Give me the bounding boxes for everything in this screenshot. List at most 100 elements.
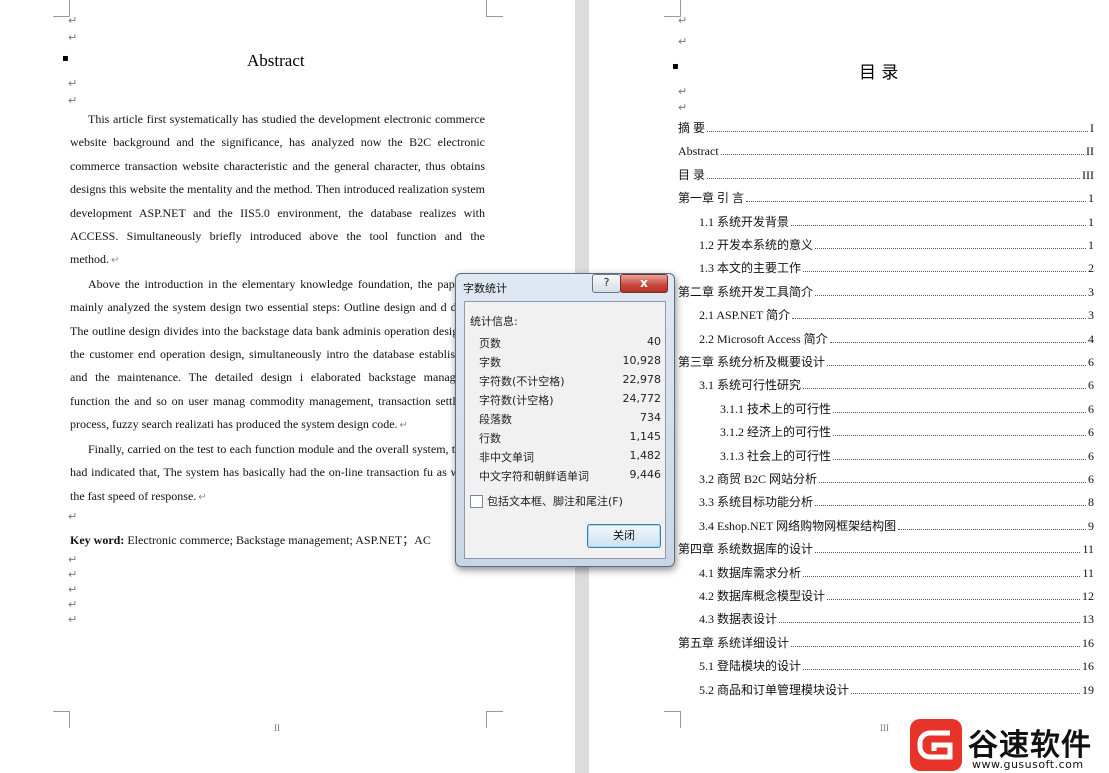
paragraph-mark: ↵ xyxy=(678,35,688,48)
stat-label: 字符数(不计空格) xyxy=(479,375,565,388)
include-textboxes-label[interactable]: 包括文本框、脚注和尾注(F) xyxy=(487,493,623,509)
toc-entry-page: 16 xyxy=(1082,635,1094,650)
toc-entry[interactable]: 2.2 Microsoft Access 简介 4 xyxy=(699,329,1094,347)
toc-leader-dots xyxy=(803,575,1081,577)
toc-entry[interactable]: 3.1.2 经济上的可行性 6 xyxy=(720,422,1094,440)
toc-entry-label: 3.1.2 经济上的可行性 xyxy=(720,425,832,440)
stat-label: 页数 xyxy=(479,337,501,350)
toc-entry[interactable]: 1.2 开发本系统的意义 1 xyxy=(699,235,1094,253)
toc-entry-label: 4.3 数据表设计 xyxy=(699,612,778,627)
toc-entry[interactable]: 2.1 ASP.NET 简介 3 xyxy=(699,305,1094,323)
toc-leader-dots xyxy=(898,528,1086,530)
toc-entry-page: 1 xyxy=(1088,238,1094,252)
close-icon: x xyxy=(640,276,648,290)
toc-leader-dots xyxy=(803,271,1086,273)
stat-row: 行数 1,145 xyxy=(479,430,661,448)
toc-leader-dots xyxy=(827,599,1080,600)
toc-leader-dots xyxy=(803,669,1080,671)
toc-leader-dots xyxy=(803,388,1086,390)
toc-entry-page: 3 xyxy=(1088,284,1094,299)
toc-entry-page: 6 xyxy=(1088,378,1094,393)
toc-leader-dots xyxy=(707,177,1080,179)
keywords-line: Key word: Electronic commerce; Backstage… xyxy=(70,529,490,552)
toc-leader-dots xyxy=(833,458,1086,460)
stat-label: 段落数 xyxy=(479,413,512,426)
stat-value: 9,446 xyxy=(629,468,662,481)
toc-leader-dots xyxy=(791,645,1080,647)
toc-entry-page: 13 xyxy=(1082,612,1094,627)
stat-value: 10,928 xyxy=(622,354,662,367)
toc-entry-label: 4.2 数据库概念模型设计 xyxy=(699,589,826,603)
toc-entry-page: 1 xyxy=(1088,191,1094,206)
toc-entry-page: 12 xyxy=(1082,589,1094,603)
toc-entry[interactable]: Abstract II xyxy=(678,141,1094,159)
paragraph-mark: ↵ xyxy=(68,510,78,523)
toc-entry[interactable]: 摘 要I xyxy=(678,118,1094,136)
bullet-mark: ▪ xyxy=(672,61,679,72)
toc-entry-label: Abstract xyxy=(678,144,719,159)
toc-entry-page: 2 xyxy=(1088,261,1094,276)
toc-leader-dots xyxy=(815,505,1086,507)
toc-entry-page: 3 xyxy=(1088,308,1094,323)
stat-value: 22,978 xyxy=(622,373,662,386)
toc-entry-label: 3.4 Eshop.NET 网络购物网框架结构图 xyxy=(699,518,897,533)
toc-entry-label: 3.1 系统可行性研究 xyxy=(699,378,802,393)
include-textboxes-checkbox[interactable] xyxy=(470,495,483,508)
dialog-close-button[interactable]: x xyxy=(620,274,668,293)
paragraph-mark: ↵ xyxy=(68,31,78,44)
toc-entry-label: 第二章 系统开发工具简介 xyxy=(678,284,814,299)
toc-entry[interactable]: 1.1 系统开发背景 1 xyxy=(699,212,1094,230)
toc-entry[interactable]: 4.3 数据表设计 13 xyxy=(699,609,1094,627)
toc-entry[interactable]: 第五章 系统详细设计 16 xyxy=(678,633,1094,651)
toc-entry[interactable]: 第二章 系统开发工具简介 3 xyxy=(678,282,1094,300)
toc-entry-label: 1.3 本文的主要工作 xyxy=(699,261,802,276)
toc-entry[interactable]: 第四章 系统数据库的设计 11 xyxy=(678,539,1094,557)
toc-leader-dots xyxy=(720,154,1084,156)
stat-row: 中文字符和朝鲜语单词 9,446 xyxy=(479,468,661,486)
toc-entry[interactable]: 3.1.3 社会上的可行性 6 xyxy=(720,446,1094,464)
toc-entry-page: I xyxy=(1090,121,1094,135)
abstract-body[interactable]: This article first systematically has st… xyxy=(70,108,485,518)
toc-entry[interactable]: 5.1 登陆模块的设计 16 xyxy=(699,656,1094,674)
toc-entry[interactable]: 1.3 本文的主要工作 2 xyxy=(699,258,1094,276)
crop-mark xyxy=(53,711,70,728)
toc-leader-dots xyxy=(815,552,1081,554)
toc-entry[interactable]: 4.1 数据库需求分析 11 xyxy=(699,563,1094,581)
toc-entry[interactable]: 第一章 引 言 1 xyxy=(678,188,1094,206)
logo-mark-icon xyxy=(910,719,962,771)
paragraph-mark: ↵ xyxy=(678,101,688,114)
toc-entry[interactable]: 3.1 系统可行性研究 6 xyxy=(699,375,1094,393)
toc-entry[interactable]: 3.2 商贸 B2C 网站分析 6 xyxy=(699,469,1094,487)
toc-entry-page: 6 xyxy=(1088,472,1094,486)
word-count-dialog: 字数统计 统计信息: 页数 40 字数 10,928 字符数(不计空格) 22,978 字符… xyxy=(455,273,675,567)
toc-leader-dots xyxy=(791,224,1086,226)
toc-entry[interactable]: 3.3 系统目标功能分析 8 xyxy=(699,492,1094,510)
toc-entry[interactable]: 3.1.1 技术上的可行性 6 xyxy=(720,399,1094,417)
stat-value: 734 xyxy=(640,411,661,424)
dialog-body: 统计信息: 页数 40 字数 10,928 字符数(不计空格) 22,978 字符数(计空格… xyxy=(464,301,666,559)
crop-mark xyxy=(664,711,681,728)
toc-entry-page: 16 xyxy=(1082,659,1094,674)
toc-entry-label: 1.1 系统开发背景 xyxy=(699,214,790,229)
toc-entry[interactable]: 3.4 Eshop.NET 网络购物网框架结构图 9 xyxy=(699,516,1094,534)
paragraph-mark: ↵ xyxy=(68,553,78,566)
abstract-paragraph-3: Finally, carried on the test to each fun… xyxy=(70,441,485,503)
close-button[interactable]: 关闭 xyxy=(587,524,661,548)
toc-entry[interactable]: 第三章 系统分析及概要设计 6 xyxy=(678,352,1094,370)
toc-entry-page: 6 xyxy=(1088,425,1094,440)
stat-label: 行数 xyxy=(479,432,501,445)
watermark-logo: 谷速软件 www.gususoft.com xyxy=(908,716,1109,773)
toc-leader-dots xyxy=(792,318,1086,320)
help-button[interactable]: ? xyxy=(592,274,621,293)
abstract-title: Abstract xyxy=(247,51,305,70)
dialog-title: 字数统计 xyxy=(463,282,507,295)
bullet-mark: ▪ xyxy=(62,53,69,64)
toc-entry[interactable]: 5.2 商品和订单管理模块设计 19 xyxy=(699,680,1094,698)
toc-entry[interactable]: 4.2 数据库概念模型设计 12 xyxy=(699,586,1094,604)
toc-entry-label: 2.1 ASP.NET 简介 xyxy=(699,308,791,323)
keyword-label: Key word: xyxy=(70,533,125,547)
toc-entry-label: 摘 要 xyxy=(678,121,706,135)
stat-row: 页数 40 xyxy=(479,335,661,353)
toc-entry-label: 第四章 系统数据库的设计 xyxy=(678,542,814,557)
toc-entry[interactable]: 目 录 III xyxy=(678,165,1094,183)
